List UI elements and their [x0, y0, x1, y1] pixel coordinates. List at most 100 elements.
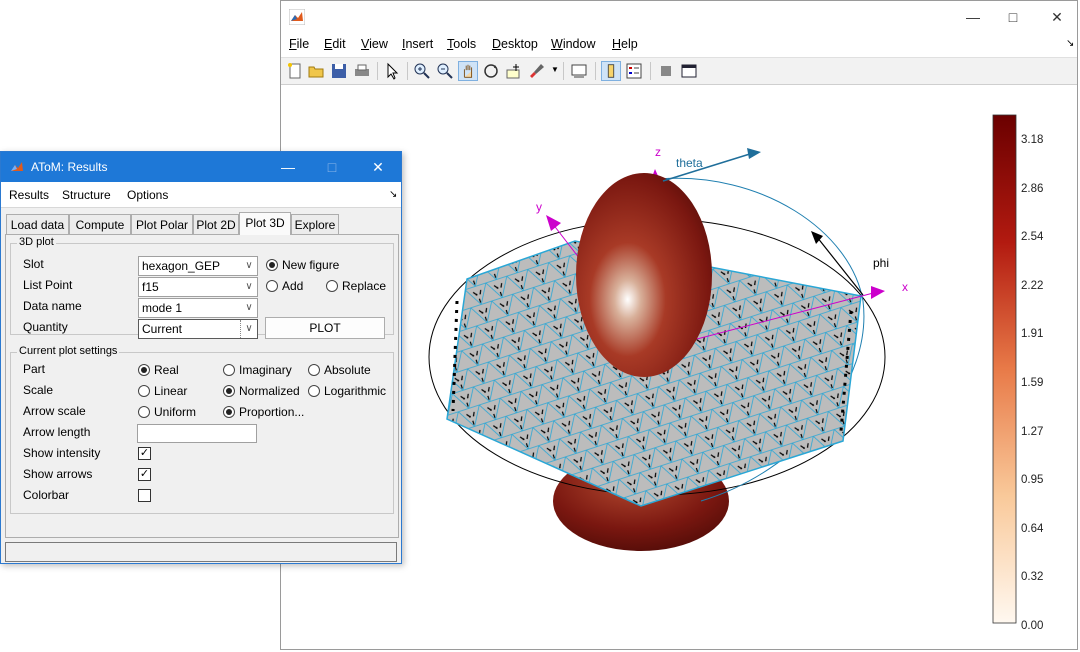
showintensity-label: Show intensity: [23, 446, 101, 460]
radio-icon: [223, 364, 235, 376]
colorbar-checkbox[interactable]: [138, 489, 151, 502]
menu-structure[interactable]: Structure: [62, 188, 111, 202]
arrowscale-uniform-radio[interactable]: Uniform: [138, 405, 196, 419]
replace-label: Replace: [342, 279, 387, 293]
figure-menubar: File Edit View Insert Tools Desktop Wind…: [281, 33, 1077, 57]
dataname-select[interactable]: mode 1 ∨: [138, 298, 258, 318]
colorbar-label: Colorbar: [23, 488, 70, 502]
dock-arrow-icon[interactable]: ↘: [1066, 38, 1074, 49]
print-icon[interactable]: [352, 61, 372, 81]
toolbar-separator: [650, 62, 651, 80]
brush-icon[interactable]: [527, 61, 547, 81]
zoom-out-icon[interactable]: [435, 61, 455, 81]
scale-linear-radio[interactable]: Linear: [138, 384, 187, 398]
minimize-icon[interactable]: —: [273, 157, 303, 177]
slot-select[interactable]: hexagon_GEP ∨: [138, 256, 258, 276]
colorbar-tick: 0.00: [1021, 620, 1043, 632]
arrowscale-proportional-radio[interactable]: Proportion...: [223, 405, 304, 419]
minimize-icon[interactable]: —: [959, 7, 987, 27]
add-radio[interactable]: Add: [266, 279, 303, 293]
radio-icon: [308, 364, 320, 376]
open-file-icon[interactable]: [306, 61, 326, 81]
tab-plot-3d[interactable]: Plot 3D: [239, 212, 291, 235]
group-current-plot-settings: Current plot settings Part Real Imaginar…: [10, 345, 394, 514]
colorbar-ticks: 3.18 2.86 2.54 2.22 1.91 1.59 1.27 0.95 …: [1021, 134, 1044, 632]
data-cursor-icon[interactable]: [504, 61, 524, 81]
radio-selected-icon: [223, 406, 235, 418]
y-axis-label: y: [536, 200, 542, 214]
matlab-logo-icon: [11, 162, 23, 171]
scale-logarithmic-radio[interactable]: Logarithmic: [308, 384, 390, 398]
maximize-icon[interactable]: □: [317, 157, 347, 177]
pointer-icon[interactable]: [382, 61, 402, 81]
maximize-icon[interactable]: □: [999, 7, 1027, 27]
menu-help[interactable]: Help: [612, 37, 638, 51]
chevron-down-icon: ∨: [245, 260, 253, 271]
dock-arrow-icon[interactable]: ↘: [389, 189, 397, 200]
dock-icon[interactable]: [679, 61, 699, 81]
figure-toolbar: ▼: [281, 57, 1077, 85]
toolbar-separator: [377, 62, 378, 80]
dialog-title: AToM: Results: [31, 160, 108, 174]
chevron-down-icon: ∨: [245, 281, 253, 292]
close-icon[interactable]: ✕: [1043, 7, 1071, 27]
menu-view[interactable]: View: [361, 37, 388, 51]
new-figure-radio[interactable]: New figure: [266, 258, 339, 272]
scale-label: Scale: [23, 383, 54, 397]
colorbar-tick: 3.18: [1021, 134, 1043, 146]
quantity-select[interactable]: Current ∨: [138, 319, 258, 339]
dialog-titlebar: AToM: Results — □ ✕: [1, 152, 401, 182]
z-axis-label: z: [655, 145, 661, 159]
slot-label: Slot: [23, 257, 44, 271]
rotate-3d-icon[interactable]: [481, 61, 501, 81]
group-title: Current plot settings: [17, 345, 120, 357]
colorbar[interactable]: [992, 114, 1017, 624]
menu-desktop[interactable]: Desktop: [492, 37, 538, 51]
part-absolute-radio[interactable]: Absolute: [308, 363, 371, 377]
slot-value: hexagon_GEP: [142, 259, 221, 273]
menu-edit[interactable]: Edit: [324, 37, 346, 51]
arrowlength-input[interactable]: [137, 424, 257, 443]
group-title: 3D plot: [17, 236, 56, 248]
tab-plot-polar[interactable]: Plot Polar: [131, 214, 193, 234]
tab-load-data[interactable]: Load data: [6, 214, 69, 234]
zoom-in-icon[interactable]: [412, 61, 432, 81]
hide-tools-icon[interactable]: [656, 61, 676, 81]
tab-compute[interactable]: Compute: [69, 214, 131, 234]
option-label: Normalized: [239, 384, 300, 398]
part-real-radio[interactable]: Real: [138, 363, 179, 377]
colorbar-icon[interactable]: [601, 61, 621, 81]
listpoint-select[interactable]: f15 ∨: [138, 277, 258, 297]
link-plot-icon[interactable]: [569, 61, 589, 81]
plot-button[interactable]: PLOT: [265, 317, 385, 339]
showintensity-checkbox[interactable]: ✓: [138, 447, 151, 460]
matlab-logo-icon: [289, 9, 305, 25]
menu-options[interactable]: Options: [127, 188, 168, 202]
phi-label: phi: [873, 256, 889, 270]
colorbar-tick: 0.64: [1021, 523, 1044, 535]
part-imaginary-radio[interactable]: Imaginary: [223, 363, 292, 377]
option-label: Logarithmic: [324, 384, 387, 398]
radio-icon: [266, 280, 278, 292]
replace-radio[interactable]: Replace: [326, 279, 386, 293]
tab-explore[interactable]: Explore: [291, 214, 339, 234]
option-label: Imaginary: [239, 363, 292, 377]
close-icon[interactable]: ✕: [363, 157, 393, 177]
pan-icon[interactable]: [458, 61, 478, 81]
menu-results[interactable]: Results: [9, 188, 49, 202]
chevron-down-icon[interactable]: ▼: [551, 65, 559, 74]
tab-plot-2d[interactable]: Plot 2D: [193, 214, 239, 234]
showarrows-checkbox[interactable]: ✓: [138, 468, 151, 481]
legend-icon[interactable]: [624, 61, 644, 81]
menu-tools[interactable]: Tools: [447, 37, 476, 51]
menu-insert[interactable]: Insert: [402, 37, 433, 51]
colorbar-tick: 2.86: [1021, 183, 1043, 195]
toolbar-separator: [407, 62, 408, 80]
save-icon[interactable]: [329, 61, 349, 81]
menu-window[interactable]: Window: [551, 37, 595, 51]
scale-normalized-radio[interactable]: Normalized: [223, 384, 300, 398]
group-3d-plot: 3D plot Slot hexagon_GEP ∨ List Point f15…: [10, 236, 394, 339]
chevron-down-icon: ∨: [240, 320, 257, 338]
new-figure-icon[interactable]: [285, 61, 305, 81]
menu-file[interactable]: File: [289, 37, 309, 51]
